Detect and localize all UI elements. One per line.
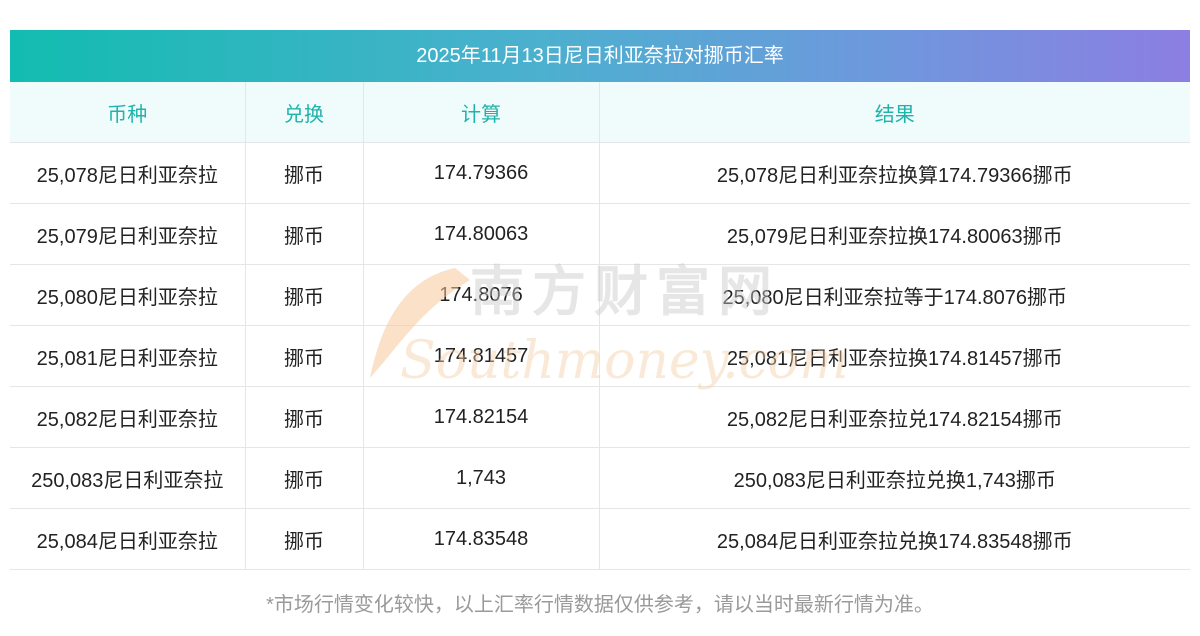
cell-calculation: 174.79366 [362, 142, 600, 204]
cell-result: 25,082尼日利亚奈拉兑174.82154挪币 [598, 386, 1190, 448]
header-currency: 币种 [10, 82, 246, 143]
cell-exchange: 挪币 [244, 203, 364, 265]
cell-currency: 25,079尼日利亚奈拉 [10, 203, 246, 265]
cell-calculation: 174.82154 [362, 386, 600, 448]
cell-currency: 25,082尼日利亚奈拉 [10, 386, 246, 448]
cell-currency: 250,083尼日利亚奈拉 [10, 447, 246, 509]
cell-result: 25,084尼日利亚奈拉兑换174.83548挪币 [598, 508, 1190, 570]
cell-currency: 25,078尼日利亚奈拉 [10, 142, 246, 204]
disclaimer-note: *市场行情变化较快，以上汇率行情数据仅供参考，请以当时最新行情为准。 [266, 594, 934, 616]
header-calculation: 计算 [362, 82, 600, 143]
cell-result: 25,080尼日利亚奈拉等于174.8076挪币 [598, 264, 1190, 326]
header-exchange: 兑换 [244, 82, 364, 143]
page: 2025年11月13日尼日利亚奈拉对挪币汇率 币种 兑换 计算 结果 25,07… [0, 0, 1200, 636]
table-row: 25,084尼日利亚奈拉 挪币 174.83548 25,084尼日利亚奈拉兑换… [10, 508, 1190, 570]
cell-calculation: 174.83548 [362, 508, 600, 570]
table-row: 25,081尼日利亚奈拉 挪币 174.81457 25,081尼日利亚奈拉换1… [10, 325, 1190, 387]
table-row: 25,080尼日利亚奈拉 挪币 174.8076 25,080尼日利亚奈拉等于1… [10, 264, 1190, 326]
cell-calculation: 174.8076 [362, 264, 600, 326]
cell-exchange: 挪币 [244, 142, 364, 204]
cell-exchange: 挪币 [244, 508, 364, 570]
cell-currency: 25,080尼日利亚奈拉 [10, 264, 246, 326]
cell-calculation: 174.81457 [362, 325, 600, 387]
cell-result: 25,079尼日利亚奈拉换174.80063挪币 [598, 203, 1190, 265]
cell-exchange: 挪币 [244, 325, 364, 387]
cell-result: 25,078尼日利亚奈拉换算174.79366挪币 [598, 142, 1190, 204]
table-row: 25,082尼日利亚奈拉 挪币 174.82154 25,082尼日利亚奈拉兑1… [10, 386, 1190, 448]
cell-result: 250,083尼日利亚奈拉兑换1,743挪币 [598, 447, 1190, 509]
table-header-row: 币种 兑换 计算 结果 [10, 82, 1190, 143]
header-result: 结果 [598, 82, 1190, 143]
table-row: 25,078尼日利亚奈拉 挪币 174.79366 25,078尼日利亚奈拉换算… [10, 142, 1190, 204]
exchange-rate-table: 币种 兑换 计算 结果 25,078尼日利亚奈拉 挪币 174.79366 25… [10, 82, 1190, 570]
cell-calculation: 174.80063 [362, 203, 600, 265]
cell-currency: 25,081尼日利亚奈拉 [10, 325, 246, 387]
table-row: 25,079尼日利亚奈拉 挪币 174.80063 25,079尼日利亚奈拉换1… [10, 203, 1190, 265]
cell-exchange: 挪币 [244, 447, 364, 509]
cell-exchange: 挪币 [244, 264, 364, 326]
cell-currency: 25,084尼日利亚奈拉 [10, 508, 246, 570]
cell-exchange: 挪币 [244, 386, 364, 448]
cell-result: 25,081尼日利亚奈拉换174.81457挪币 [598, 325, 1190, 387]
table-row: 250,083尼日利亚奈拉 挪币 1,743 250,083尼日利亚奈拉兑换1,… [10, 447, 1190, 509]
table-title: 2025年11月13日尼日利亚奈拉对挪币汇率 [10, 30, 1190, 82]
cell-calculation: 1,743 [362, 447, 600, 509]
